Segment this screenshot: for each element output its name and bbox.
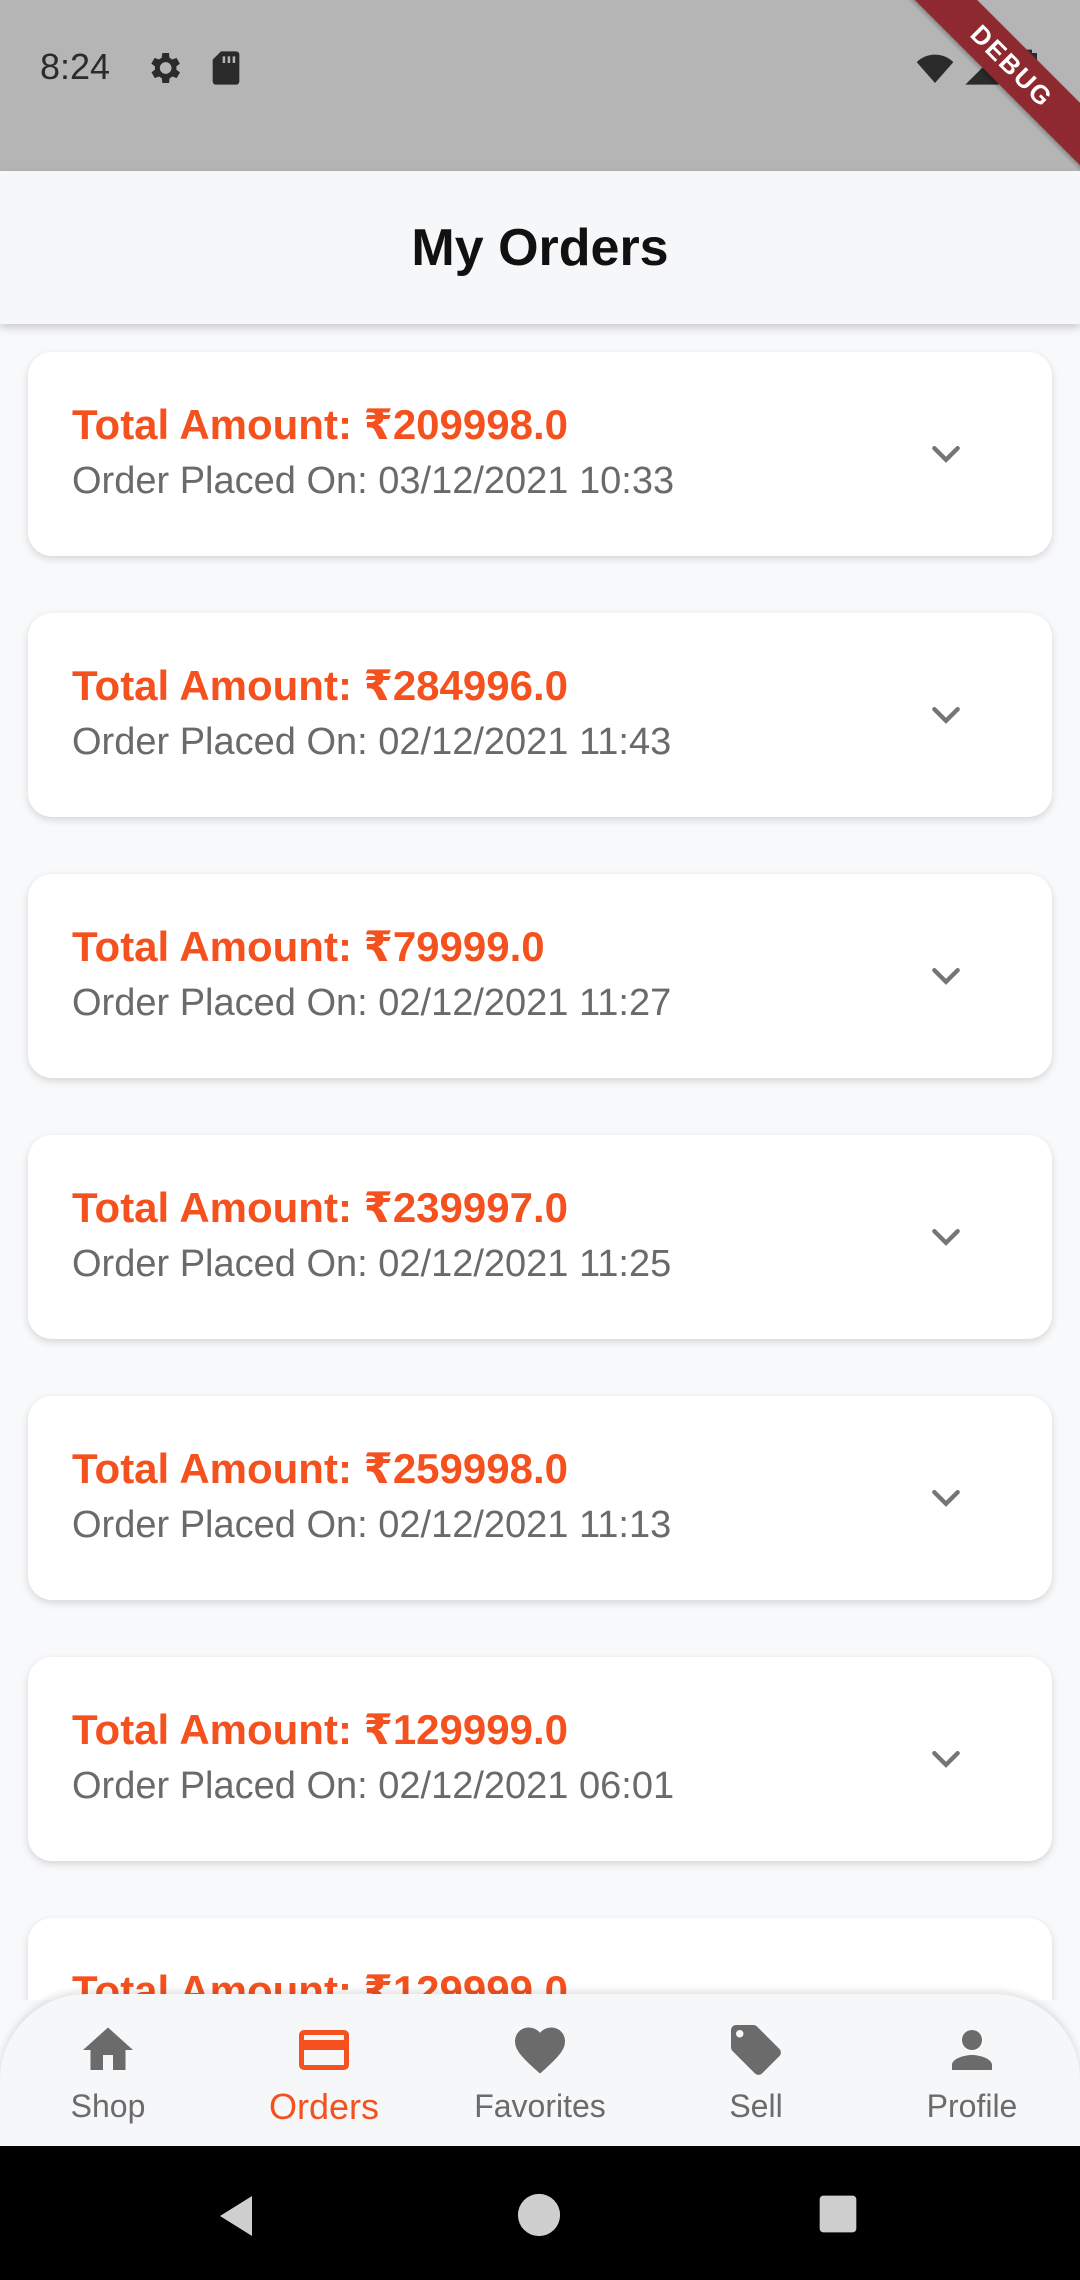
orders-list[interactable]: Total Amount: ₹209998.0 Order Placed On:… bbox=[0, 324, 1080, 2000]
nav-item-orders[interactable]: Orders bbox=[216, 1994, 432, 2146]
order-card[interactable]: Total Amount: ₹209998.0 Order Placed On:… bbox=[28, 352, 1052, 556]
order-card[interactable]: Total Amount: ₹284996.0 Order Placed On:… bbox=[28, 613, 1052, 817]
status-time: 8:24 bbox=[40, 46, 111, 87]
sd-card-icon bbox=[212, 51, 240, 85]
bottom-navigation: Shop Orders Favorites Sell Profile bbox=[0, 1994, 1080, 2146]
nav-item-sell[interactable]: Sell bbox=[648, 1994, 864, 2146]
order-placed-date: Order Placed On: 03/12/2021 10:33 bbox=[72, 460, 675, 502]
app-bar: My Orders bbox=[0, 171, 1080, 324]
order-placed-date: Order Placed On: 02/12/2021 11:13 bbox=[72, 1504, 672, 1546]
order-placed-date: Order Placed On: 02/12/2021 11:27 bbox=[72, 982, 672, 1024]
tag-icon bbox=[731, 2025, 781, 2075]
nav-item-shop[interactable]: Shop bbox=[0, 1994, 216, 2146]
chevron-down-icon[interactable] bbox=[926, 956, 966, 996]
order-total-amount: Total Amount: ₹209998.0 bbox=[72, 401, 569, 448]
chevron-down-icon[interactable] bbox=[926, 1478, 966, 1518]
chevron-down-icon[interactable] bbox=[926, 1739, 966, 1779]
nav-item-profile[interactable]: Profile bbox=[864, 1994, 1080, 2146]
order-placed-date: Order Placed On: 02/12/2021 06:01 bbox=[72, 1765, 675, 1807]
chevron-down-icon[interactable] bbox=[926, 695, 966, 735]
order-card[interactable]: Total Amount: ₹259998.0 Order Placed On:… bbox=[28, 1396, 1052, 1600]
order-card[interactable]: Total Amount: ₹79999.0 Order Placed On: … bbox=[28, 874, 1052, 1078]
order-placed-date: Order Placed On: 02/12/2021 11:25 bbox=[72, 1243, 672, 1285]
recents-icon[interactable] bbox=[816, 2192, 860, 2236]
wifi-icon bbox=[916, 54, 954, 83]
order-total-amount: Total Amount: ₹239997.0 bbox=[72, 1184, 569, 1231]
order-card[interactable]: Total Amount: ₹239997.0 Order Placed On:… bbox=[28, 1135, 1052, 1339]
back-icon[interactable] bbox=[214, 2192, 262, 2240]
chevron-down-icon[interactable] bbox=[926, 434, 966, 474]
home-icon bbox=[83, 2027, 133, 2070]
order-card[interactable]: Total Amount: ₹129999.0 Order Placed On:… bbox=[28, 1657, 1052, 1861]
nav-label: Profile bbox=[926, 2088, 1018, 2124]
system-navigation-bar bbox=[0, 2146, 1080, 2280]
nav-label: Sell bbox=[729, 2088, 783, 2124]
nav-item-favorites[interactable]: Favorites bbox=[432, 1994, 648, 2146]
person-icon bbox=[952, 2030, 992, 2070]
status-bar: 8:24 DEBUG bbox=[0, 0, 1080, 174]
chevron-down-icon[interactable] bbox=[926, 1217, 966, 1257]
gear-icon bbox=[151, 53, 180, 83]
credit-card-icon bbox=[299, 2030, 349, 2070]
page-title: My Orders bbox=[411, 218, 669, 277]
home-button-icon[interactable] bbox=[516, 2192, 562, 2238]
order-card[interactable]: Total Amount: ₹129999.0 bbox=[28, 1918, 1052, 2000]
order-total-amount: Total Amount: ₹259998.0 bbox=[72, 1445, 569, 1492]
nav-label: Orders bbox=[268, 2086, 380, 2127]
nav-label: Shop bbox=[70, 2088, 146, 2124]
order-total-amount: Total Amount: ₹284996.0 bbox=[72, 662, 569, 709]
screen: 8:24 DEBUG My Orders Total Amount: ₹2099… bbox=[0, 0, 1080, 2280]
order-total-amount: Total Amount: ₹129999.0 bbox=[72, 1706, 569, 1753]
order-total-amount: Total Amount: ₹79999.0 bbox=[72, 923, 545, 970]
nav-label: Favorites bbox=[474, 2088, 606, 2124]
heart-icon bbox=[514, 2027, 566, 2074]
order-placed-date: Order Placed On: 02/12/2021 11:43 bbox=[72, 721, 672, 763]
